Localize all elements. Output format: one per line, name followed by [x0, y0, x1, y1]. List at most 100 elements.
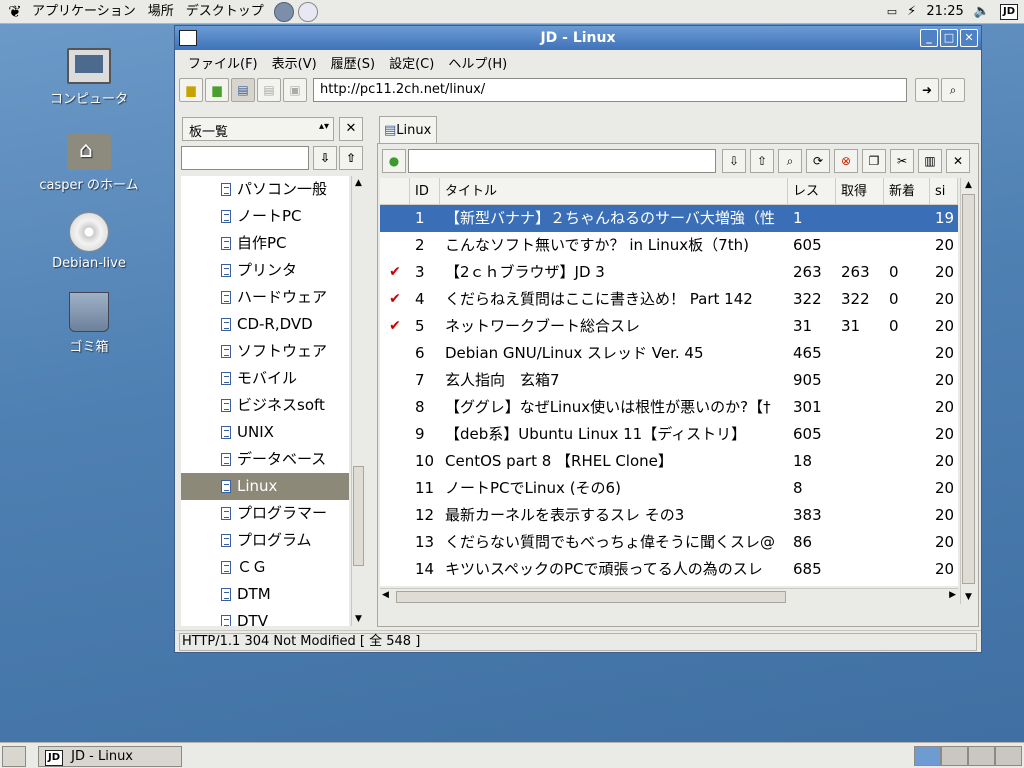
column-si[interactable]: si — [930, 178, 958, 205]
board-item[interactable]: CD-R,DVD — [181, 311, 349, 338]
clock[interactable]: 21:25 — [926, 4, 963, 19]
table-row[interactable]: 7 玄人指向 玄箱7 905 20 — [380, 367, 958, 394]
jd-app-icon[interactable]: JD — [179, 30, 198, 46]
search-icon[interactable]: ⌕ — [941, 78, 965, 102]
menu-settings[interactable]: 設定(C) — [382, 53, 441, 72]
table-row[interactable]: ✔ 3 【2ｃｈブラウザ】JD 3 263 263 0 20 — [380, 259, 958, 286]
board-item[interactable]: ソフトウェア — [181, 338, 349, 365]
board-item[interactable]: Linux — [181, 473, 349, 500]
scroll-right-icon[interactable]: ▶ — [949, 590, 956, 600]
scroll-down-icon[interactable]: ▼ — [961, 590, 976, 604]
board-view-icon[interactable]: ▤ — [231, 78, 255, 102]
printer-icon[interactable]: ▭ — [887, 5, 897, 18]
find-icon[interactable]: ⌕ — [778, 149, 802, 173]
menu-applications[interactable]: アプリケーション — [26, 0, 142, 24]
image-view-icon[interactable]: ▣ — [283, 78, 307, 102]
close-button[interactable]: ✕ — [960, 29, 978, 47]
web-browser-launcher-icon[interactable] — [273, 1, 294, 22]
copy-icon[interactable]: ❐ — [862, 149, 886, 173]
menu-file[interactable]: ファイル(F) — [181, 53, 265, 72]
thread-list-hscrollbar[interactable]: ◀ ▶ — [380, 588, 958, 604]
board-item[interactable]: ノートPC — [181, 203, 349, 230]
search-down-icon[interactable]: ⇩ — [313, 146, 337, 170]
network-icon[interactable]: ⚡ — [907, 4, 916, 19]
scroll-down-icon[interactable]: ▼ — [352, 612, 365, 626]
close-tab-button[interactable]: ✕ — [946, 149, 970, 173]
board-item[interactable]: モバイル — [181, 365, 349, 392]
stop-icon[interactable]: ⊗ — [834, 149, 858, 173]
url-input[interactable]: http://pc11.2ch.net/linux/ — [313, 78, 907, 102]
board-item[interactable]: データベース — [181, 446, 349, 473]
close-sidebar-button[interactable]: ✕ — [339, 117, 363, 141]
table-row[interactable]: 14 キツいスペックのPCで頑張ってる人の為のスレ 685 20 — [380, 556, 958, 583]
scrollbar-thumb[interactable] — [353, 466, 364, 566]
delete-icon[interactable]: ▥ — [918, 149, 942, 173]
mail-launcher-icon[interactable] — [297, 1, 318, 22]
hscrollbar-thumb[interactable] — [396, 591, 786, 603]
thread-view-icon[interactable]: ▤ — [257, 78, 281, 102]
menu-help[interactable]: ヘルプ(H) — [441, 53, 514, 72]
workspace-4[interactable] — [995, 746, 1022, 766]
maximize-button[interactable]: □ — [940, 29, 958, 47]
workspace-3[interactable] — [968, 746, 995, 766]
thread-list-scrollbar[interactable]: ▲ ▼ — [960, 178, 976, 604]
scroll-up-icon[interactable]: ▲ — [352, 176, 365, 190]
taskbar-item-jd[interactable]: JD JD - Linux — [38, 746, 182, 767]
board-item[interactable]: 自作PC — [181, 230, 349, 257]
menu-history[interactable]: 履歴(S) — [324, 53, 382, 72]
table-row[interactable]: 1 【新型バナナ】２ちゃんねるのサーバ大増強（性 1 19 — [380, 205, 958, 232]
go-icon[interactable]: ➜ — [915, 78, 939, 102]
workspace-2[interactable] — [941, 746, 968, 766]
column-new[interactable]: 新着 — [884, 178, 930, 205]
table-row[interactable]: 6 Debian GNU/Linux スレッド Ver. 45 465 20 — [380, 340, 958, 367]
favorites-folder-icon[interactable]: ▆ — [205, 78, 229, 102]
show-desktop-icon[interactable] — [2, 746, 26, 767]
scroll-up-icon[interactable]: ▲ — [961, 178, 976, 192]
board-item[interactable]: プリンタ — [181, 257, 349, 284]
desktop-icon-home[interactable]: casper のホーム — [34, 134, 144, 193]
board-item[interactable]: プログラム — [181, 527, 349, 554]
table-row[interactable]: 10 CentOS part 8 【RHEL Clone】 18 20 — [380, 448, 958, 475]
jd-tray-icon[interactable]: JD — [999, 3, 1018, 20]
tab-linux[interactable]: ▤Linux — [379, 116, 437, 144]
workspace-1[interactable] — [914, 746, 941, 766]
table-row[interactable]: 13 くだらない質問でもべっちょ偉そうに聞くスレ@ 86 20 — [380, 529, 958, 556]
thread-search-input[interactable] — [408, 149, 716, 173]
scroll-left-icon[interactable]: ◀ — [382, 590, 389, 600]
desktop-icon-trash[interactable]: ゴミ箱 — [34, 292, 144, 355]
board-item[interactable]: ハードウェア — [181, 284, 349, 311]
table-row[interactable]: ✔ 5 ネットワークブート総合スレ 31 31 0 20 — [380, 313, 958, 340]
board-item[interactable]: DTV — [181, 608, 349, 626]
bookmark-icon[interactable]: ● — [382, 149, 406, 173]
board-list-folder-icon[interactable]: ▆ — [179, 78, 203, 102]
menu-desktop[interactable]: デスクトップ — [180, 0, 270, 24]
table-row[interactable]: 12 最新カーネルを表示するスレ その3 383 20 — [380, 502, 958, 529]
column-res[interactable]: レス — [788, 178, 836, 205]
table-row[interactable]: 11 ノートPCでLinux (その6) 8 20 — [380, 475, 958, 502]
table-row[interactable]: 15【鉄壁】iptablesの使い方 3【ファイアウォール294 20 — [380, 583, 958, 586]
board-list-combo[interactable]: 板一覧 ▴▾ — [182, 117, 334, 141]
search-down-icon[interactable]: ⇩ — [722, 149, 746, 173]
minimize-button[interactable]: _ — [920, 29, 938, 47]
search-up-icon[interactable]: ⇧ — [339, 146, 363, 170]
board-list-scrollbar[interactable]: ▲ ▼ — [351, 176, 365, 626]
desktop-icon-computer[interactable]: コンピュータ — [34, 48, 144, 107]
table-row[interactable]: ✔ 4 くだらねえ質問はここに書き込め！ Part 142 322 322 0 20 — [380, 286, 958, 313]
menu-places[interactable]: 場所 — [142, 0, 180, 24]
board-item[interactable]: UNIX — [181, 419, 349, 446]
table-row[interactable]: 9 【deb系】Ubuntu Linux 11【ディストリ】 605 20 — [380, 421, 958, 448]
reload-icon[interactable]: ⟳ — [806, 149, 830, 173]
board-search-input[interactable] — [181, 146, 309, 170]
board-item[interactable]: プログラマー — [181, 500, 349, 527]
column-got[interactable]: 取得 — [836, 178, 884, 205]
scrollbar-thumb[interactable] — [962, 194, 975, 584]
column-title[interactable]: タイトル — [440, 178, 788, 205]
board-item[interactable]: DTM — [181, 581, 349, 608]
gnome-foot-icon[interactable]: ❦ — [6, 2, 24, 21]
board-item[interactable]: ビジネスsoft — [181, 392, 349, 419]
window-titlebar[interactable]: JD JD - Linux _ □ ✕ — [175, 26, 981, 50]
search-up-icon[interactable]: ⇧ — [750, 149, 774, 173]
board-item[interactable]: ＣＧ — [181, 554, 349, 581]
column-mark[interactable] — [380, 178, 410, 205]
table-row[interactable]: 8 【ググレ】なぜLinux使いは根性が悪いのか?【† 301 20 — [380, 394, 958, 421]
